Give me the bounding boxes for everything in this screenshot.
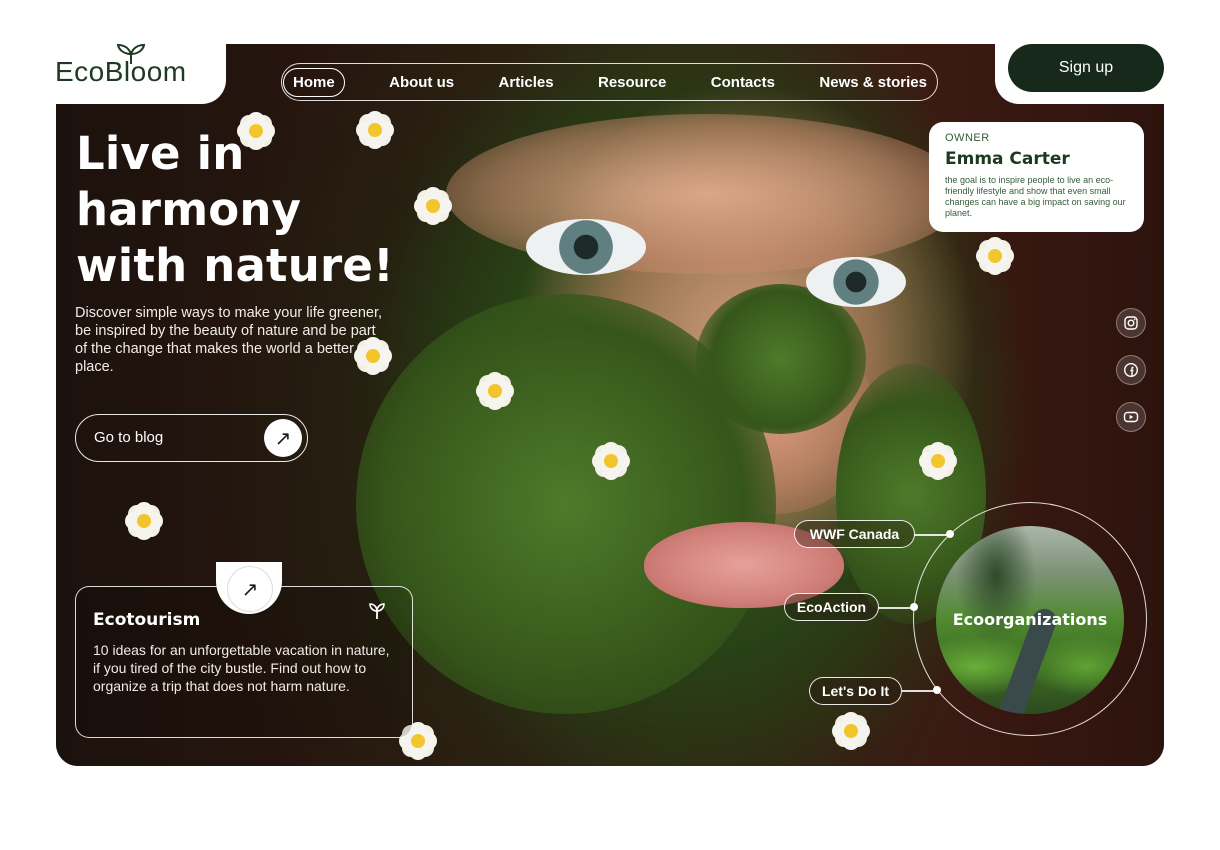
sprout-icon [369, 603, 385, 619]
flower [988, 249, 1002, 263]
main-nav: Home About us Articles Resource Contacts… [281, 63, 938, 101]
ecoaction-link[interactable]: EcoAction [784, 593, 879, 621]
arrow-up-right-icon[interactable]: ↗ [264, 419, 302, 457]
flower [488, 384, 502, 398]
moss-center [696, 284, 866, 434]
hero-title-line: Live in [76, 127, 245, 180]
signup-button[interactable]: Sign up [1008, 44, 1164, 92]
facebook-icon[interactable] [1116, 355, 1146, 385]
nav-contacts[interactable]: Contacts [711, 74, 775, 91]
go-to-blog-button[interactable]: Go to blog ↗ [75, 414, 308, 462]
flower [137, 514, 151, 528]
flower [931, 454, 945, 468]
flower [411, 734, 425, 748]
wwf-canada-link[interactable]: WWF Canada [794, 520, 915, 548]
go-to-blog-label: Go to blog [94, 429, 164, 446]
orbit-dot [910, 603, 918, 611]
hero-title-line: with nature! [76, 239, 394, 292]
owner-name: Emma Carter [945, 149, 1070, 169]
hero-title-line: harmony [76, 183, 302, 236]
arrow-up-right-icon[interactable]: ↗ [227, 566, 273, 612]
nav-about-us[interactable]: About us [389, 74, 454, 91]
ecotourism-title: Ecotourism [93, 610, 201, 630]
hero-title: Live in harmony with nature! [76, 126, 416, 294]
eye-left [526, 219, 646, 275]
ecotourism-text: 10 ideas for an unforgettable vacation i… [93, 642, 390, 694]
instagram-icon[interactable] [1116, 308, 1146, 338]
flower [844, 724, 858, 738]
organizations-label: Ecoorganizations [952, 610, 1108, 629]
connector-line [878, 607, 914, 609]
face-forehead [446, 114, 966, 274]
owner-card: OWNER Emma Carter the goal is to inspire… [929, 122, 1144, 232]
flower [426, 199, 440, 213]
nav-resource[interactable]: Resource [598, 74, 666, 91]
youtube-icon[interactable] [1116, 402, 1146, 432]
nav-articles[interactable]: Articles [499, 74, 554, 91]
leaf-logo-icon [116, 44, 146, 64]
lets-do-it-link[interactable]: Let's Do It [809, 677, 902, 705]
hero-lead: Discover simple ways to make your life g… [75, 305, 383, 375]
connector-line [914, 534, 950, 536]
nav-home[interactable]: Home [283, 67, 345, 97]
owner-description: the goal is to inspire people to live an… [945, 175, 1126, 218]
flower [604, 454, 618, 468]
owner-role: OWNER [945, 132, 990, 144]
nav-news-stories[interactable]: News & stories [819, 74, 927, 91]
eye-right [806, 257, 906, 307]
orbit-dot [933, 686, 941, 694]
orbit-dot [946, 530, 954, 538]
